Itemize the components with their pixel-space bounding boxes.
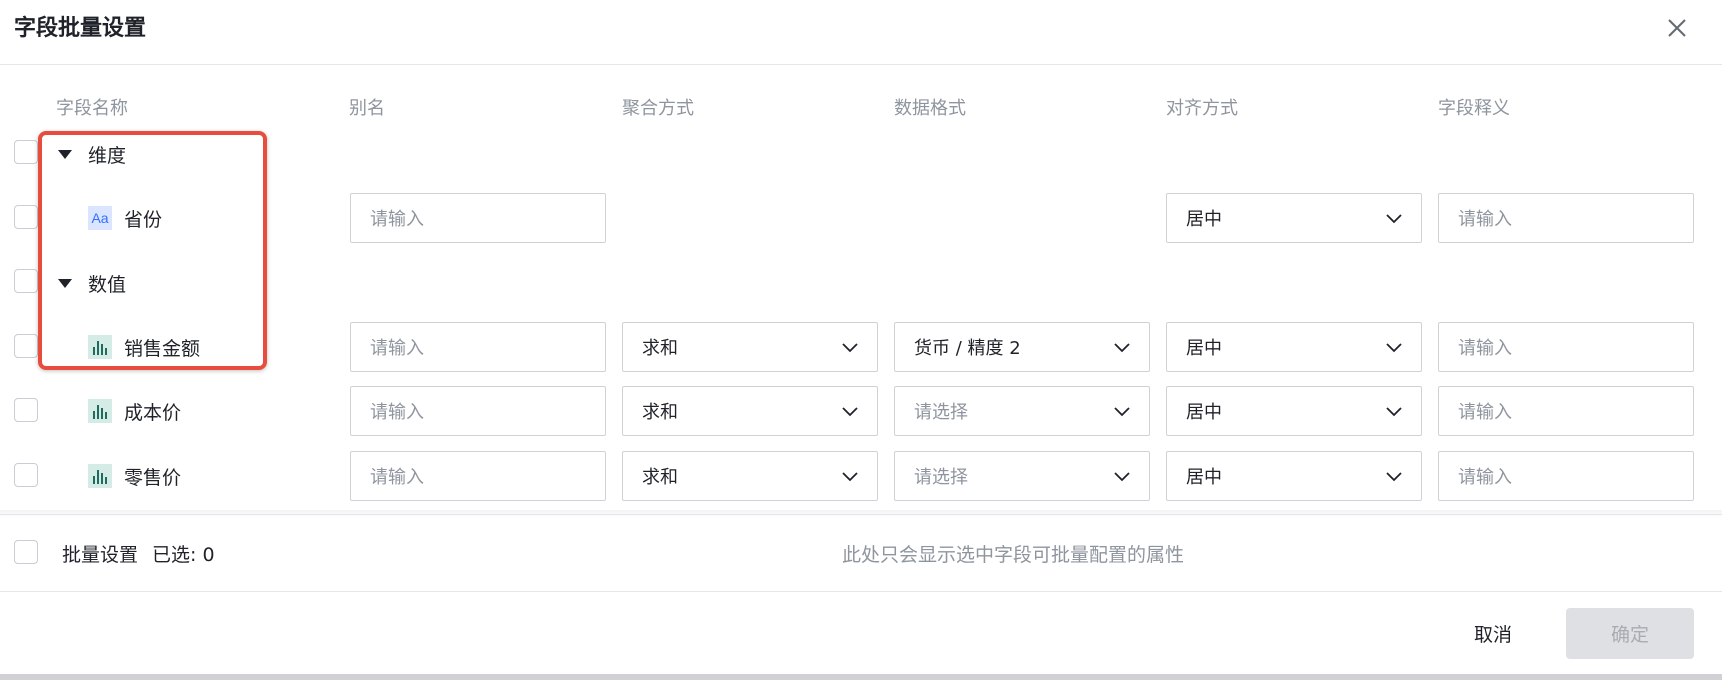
footer-divider [0, 591, 1722, 592]
chevron-down-icon [1114, 407, 1130, 417]
column-header-format: 数据格式 [894, 98, 966, 119]
close-icon[interactable] [1664, 15, 1690, 41]
column-header-aggregation: 聚合方式 [622, 98, 694, 119]
chevron-down-icon [842, 407, 858, 417]
row-checkbox-sales-amount[interactable] [14, 334, 38, 358]
chevron-down-icon [1386, 407, 1402, 417]
chevron-down-icon [1386, 472, 1402, 482]
highlight-annotation [38, 131, 267, 370]
field-label-retail-price: 零售价 [124, 467, 182, 489]
batch-bar-divider [0, 514, 1722, 515]
batch-select-all-checkbox[interactable] [14, 540, 38, 564]
chevron-down-icon [1386, 343, 1402, 353]
description-input-cost-price[interactable]: 请输入 [1438, 386, 1694, 436]
description-input-retail-price[interactable]: 请输入 [1438, 451, 1694, 501]
chevron-down-icon [1114, 472, 1130, 482]
format-select-retail-price[interactable]: 请选择 [894, 451, 1150, 501]
field-label-cost-price: 成本价 [124, 402, 182, 424]
align-select-cost-price[interactable]: 居中 [1166, 386, 1422, 436]
row-checkbox-retail-price[interactable] [14, 463, 38, 487]
column-header-name: 字段名称 [56, 98, 128, 119]
alias-input-cost-price[interactable]: 请输入 [350, 386, 606, 436]
aggregation-select-sales-amount[interactable]: 求和 [622, 322, 878, 372]
selected-count: 已选: 0 [152, 544, 215, 566]
cancel-button[interactable]: 取消 [1474, 620, 1512, 647]
alias-input-province[interactable]: 请输入 [350, 193, 606, 243]
row-checkbox-province[interactable] [14, 205, 38, 229]
chevron-down-icon [842, 343, 858, 353]
align-select-province[interactable]: 居中 [1166, 193, 1422, 243]
column-header-align: 对齐方式 [1166, 98, 1238, 119]
chevron-down-icon [1386, 214, 1402, 224]
chevron-down-icon [1114, 343, 1130, 353]
group-checkbox-measure[interactable] [14, 269, 38, 293]
aggregation-select-cost-price[interactable]: 求和 [622, 386, 878, 436]
align-select-sales-amount[interactable]: 居中 [1166, 322, 1422, 372]
column-header-alias: 别名 [349, 98, 385, 119]
alias-input-retail-price[interactable]: 请输入 [350, 451, 606, 501]
align-select-retail-price[interactable]: 居中 [1166, 451, 1422, 501]
confirm-button[interactable]: 确定 [1566, 608, 1694, 659]
row-checkbox-cost-price[interactable] [14, 398, 38, 422]
bar-chart-icon [88, 464, 112, 488]
background-page-strip [0, 674, 1722, 680]
alias-input-sales-amount[interactable]: 请输入 [350, 322, 606, 372]
header-divider [0, 64, 1722, 65]
batch-hint-text: 此处只会显示选中字段可批量配置的属性 [842, 544, 1185, 566]
batch-settings-label: 批量设置 [62, 544, 139, 566]
description-input-province[interactable]: 请输入 [1438, 193, 1694, 243]
chevron-down-icon [842, 472, 858, 482]
format-select-sales-amount[interactable]: 货币 / 精度 2 [894, 322, 1150, 372]
column-header-description: 字段释义 [1438, 98, 1510, 119]
aggregation-select-retail-price[interactable]: 求和 [622, 451, 878, 501]
batch-settings-dialog: 字段批量设置 字段名称 别名 聚合方式 数据格式 对齐方式 字段释义 维度 Aa… [0, 0, 1722, 680]
group-checkbox-dimension[interactable] [14, 140, 38, 164]
description-input-sales-amount[interactable]: 请输入 [1438, 322, 1694, 372]
format-select-cost-price[interactable]: 请选择 [894, 386, 1150, 436]
dialog-title: 字段批量设置 [14, 16, 147, 41]
bar-chart-icon [88, 399, 112, 423]
